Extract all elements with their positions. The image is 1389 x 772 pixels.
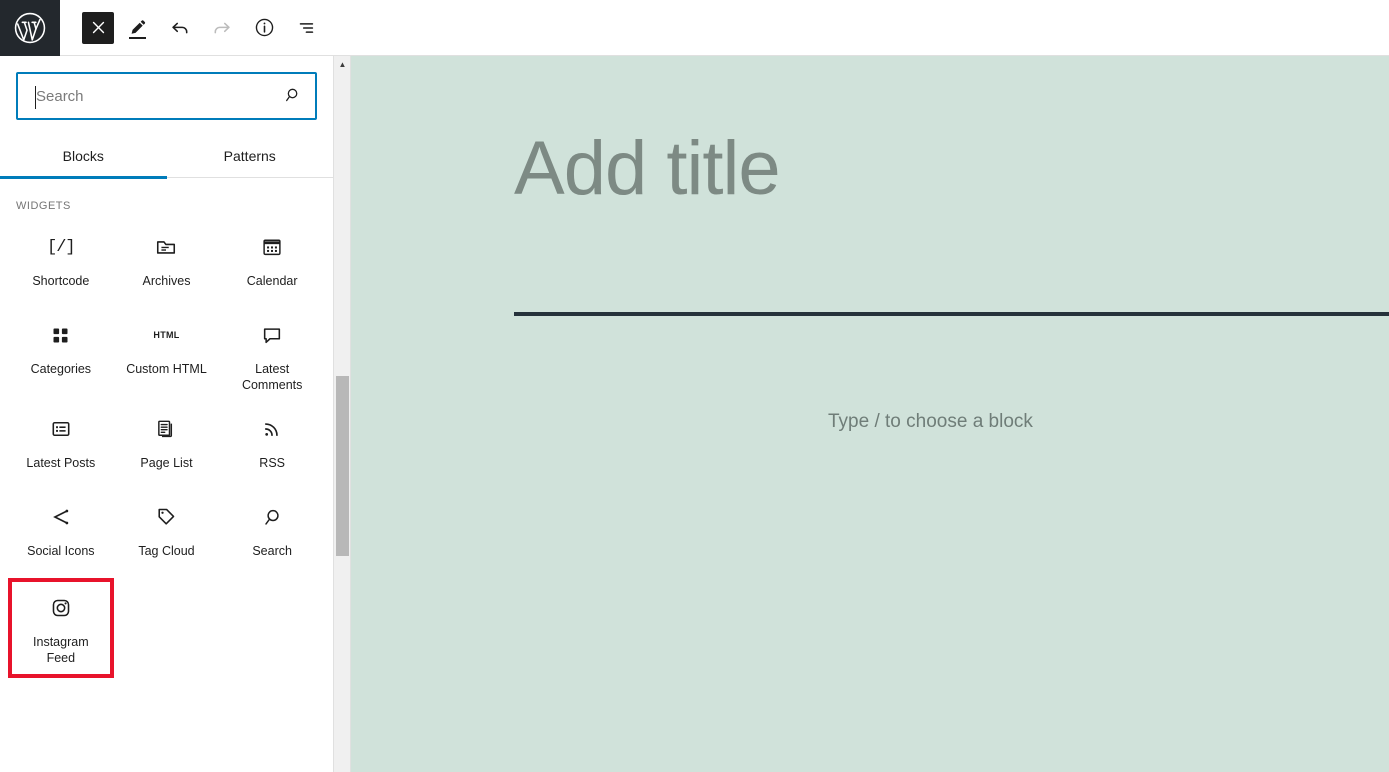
search-input[interactable] xyxy=(18,74,315,118)
undo-button[interactable] xyxy=(162,10,198,46)
tab-blocks[interactable]: Blocks xyxy=(0,134,167,179)
editor-canvas: Add title Type / to choose a block xyxy=(351,56,1389,772)
title-separator xyxy=(514,312,1389,316)
empty-block-placeholder[interactable]: Type / to choose a block xyxy=(828,411,1033,433)
block-item-latest-comments[interactable]: Latest Comments xyxy=(219,308,325,402)
details-button[interactable] xyxy=(246,10,282,46)
tag-icon xyxy=(154,505,178,529)
block-item-shortcode[interactable]: [/] Shortcode xyxy=(8,220,114,308)
block-label: Latest Posts xyxy=(26,456,96,470)
search-icon xyxy=(260,505,284,529)
section-title-widgets: WIDGETS xyxy=(16,200,71,212)
block-label: Calendar xyxy=(246,274,298,288)
archives-folder-icon xyxy=(154,235,178,259)
tab-patterns[interactable]: Patterns xyxy=(167,134,334,178)
block-label: RSS xyxy=(259,456,285,470)
redo-button[interactable] xyxy=(204,10,240,46)
block-item-search[interactable]: Search xyxy=(219,490,325,578)
text-cursor xyxy=(35,86,36,109)
share-icon xyxy=(49,505,73,529)
scrollbar-up-arrow[interactable]: ▲ xyxy=(334,56,351,73)
rss-icon xyxy=(260,417,284,441)
block-label: Custom HTML xyxy=(126,362,207,376)
block-label: Shortcode xyxy=(32,274,90,288)
block-item-custom-html[interactable]: HTML Custom HTML xyxy=(114,308,220,402)
search-submit-button[interactable] xyxy=(279,82,307,110)
info-icon xyxy=(254,17,275,38)
toolbar-icon-group xyxy=(60,0,324,56)
post-title-placeholder[interactable]: Add title xyxy=(514,131,781,207)
wordpress-block-editor: Blocks Patterns WIDGETS [/] Shortcode xyxy=(0,0,1389,772)
block-inserter-panel: Blocks Patterns WIDGETS [/] Shortcode xyxy=(0,56,334,772)
block-label: Search xyxy=(252,544,292,558)
inserter-scrollbar[interactable]: ▲ xyxy=(334,56,351,772)
close-icon xyxy=(90,19,107,36)
block-grid: [/] Shortcode Archives Calendar Categori… xyxy=(0,220,333,678)
block-label: Categories xyxy=(30,362,92,376)
edit-mode-button[interactable] xyxy=(120,10,156,46)
instagram-icon xyxy=(49,596,73,620)
search-box[interactable] xyxy=(16,72,317,120)
latest-posts-icon xyxy=(49,417,73,441)
block-label: Latest Comments xyxy=(241,362,303,392)
scrollbar-thumb[interactable] xyxy=(336,376,349,556)
block-item-rss[interactable]: RSS xyxy=(219,402,325,490)
calendar-icon xyxy=(260,235,284,259)
close-editor-button[interactable] xyxy=(82,11,114,44)
search-icon xyxy=(284,86,302,107)
block-item-categories[interactable]: Categories xyxy=(8,308,114,402)
block-item-tag-cloud[interactable]: Tag Cloud xyxy=(114,490,220,578)
list-view-button[interactable] xyxy=(288,10,324,46)
inserter-tabs: Blocks Patterns xyxy=(0,134,334,179)
search-section xyxy=(0,56,333,120)
block-label: Social Icons xyxy=(27,544,95,558)
editor-top-toolbar xyxy=(0,0,1389,56)
comment-bubble-icon xyxy=(260,323,284,347)
pencil-icon xyxy=(128,17,149,38)
block-item-instagram-feed[interactable]: Instagram Feed xyxy=(8,578,114,678)
undo-icon xyxy=(169,17,191,39)
wordpress-logo[interactable] xyxy=(0,0,60,56)
block-label: Archives xyxy=(142,274,191,288)
shortcode-icon: [/] xyxy=(47,237,76,257)
html-icon: HTML xyxy=(153,330,180,340)
block-item-archives[interactable]: Archives xyxy=(114,220,220,308)
block-item-social-icons[interactable]: Social Icons xyxy=(8,490,114,578)
block-label: Page List xyxy=(140,456,193,470)
block-item-calendar[interactable]: Calendar xyxy=(219,220,325,308)
block-label: Tag Cloud xyxy=(138,544,195,558)
block-item-page-list[interactable]: Page List xyxy=(114,402,220,490)
block-item-latest-posts[interactable]: Latest Posts xyxy=(8,402,114,490)
block-label: Instagram Feed xyxy=(33,635,89,665)
redo-icon xyxy=(211,17,233,39)
page-list-icon xyxy=(154,417,178,441)
categories-grid-icon xyxy=(49,323,73,347)
list-view-icon xyxy=(295,17,317,39)
